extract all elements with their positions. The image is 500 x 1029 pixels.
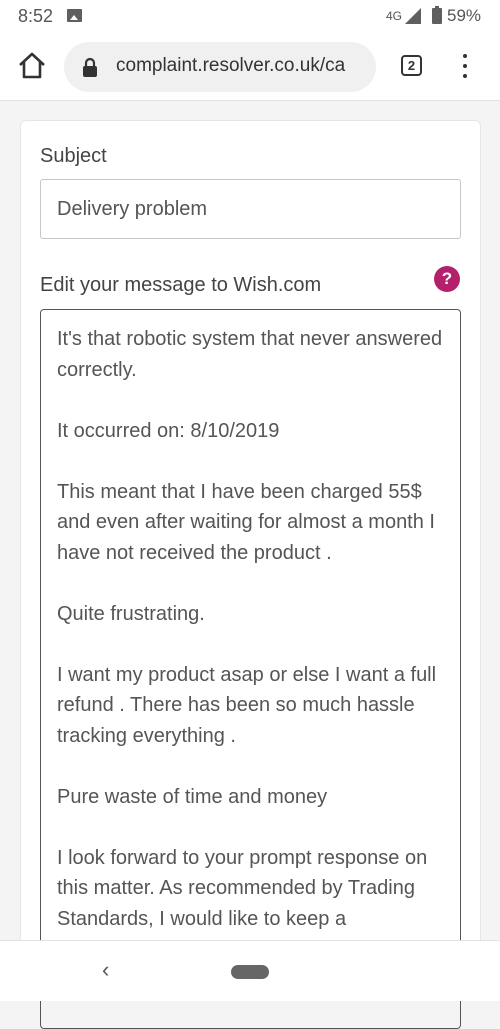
subject-input[interactable]: Delivery problem xyxy=(40,179,461,239)
tabs-icon[interactable]: 2 xyxy=(401,55,422,76)
system-navigation-bar: ‹ xyxy=(0,940,500,1001)
home-pill-icon[interactable] xyxy=(231,965,269,979)
message-paragraph: I want my product asap or else I want a … xyxy=(57,663,437,747)
subject-label: Subject xyxy=(40,145,107,167)
network-type: 4G xyxy=(386,9,403,23)
message-paragraph: This meant that I have been charged 55$ … xyxy=(57,480,435,564)
address-bar[interactable]: complaint.resolver.co.uk/ca xyxy=(64,42,376,92)
message-paragraph: It occurred on: 8/10/2019 xyxy=(57,419,280,442)
back-icon[interactable]: ‹ xyxy=(102,957,109,983)
message-paragraph: Pure waste of time and money xyxy=(57,785,328,808)
url-text: complaint.resolver.co.uk/ca xyxy=(116,55,346,76)
message-paragraph: It's that robotic system that never answ… xyxy=(57,328,443,381)
lock-icon xyxy=(83,57,97,77)
home-icon[interactable] xyxy=(16,50,48,82)
battery-icon xyxy=(432,6,442,24)
more-vert-icon[interactable] xyxy=(455,52,475,80)
status-bar: 8:52 4G 59% xyxy=(0,0,500,34)
browser-toolbar: complaint.resolver.co.uk/ca 2 xyxy=(0,34,500,101)
signal-icon xyxy=(405,8,421,24)
message-label: Edit your message to Wish.com xyxy=(40,274,322,296)
status-time: 8:52 xyxy=(18,6,54,26)
message-paragraph: Quite frustrating. xyxy=(57,602,205,625)
help-icon[interactable]: ? xyxy=(434,266,460,292)
message-paragraph: I look forward to your prompt response o… xyxy=(57,846,428,930)
battery-percentage: 59% xyxy=(447,6,482,25)
image-notification-icon xyxy=(67,9,82,22)
message-textarea[interactable]: It's that robotic system that never answ… xyxy=(40,309,461,1029)
complaint-form-card: Subject Delivery problem Edit your messa… xyxy=(20,120,481,1029)
